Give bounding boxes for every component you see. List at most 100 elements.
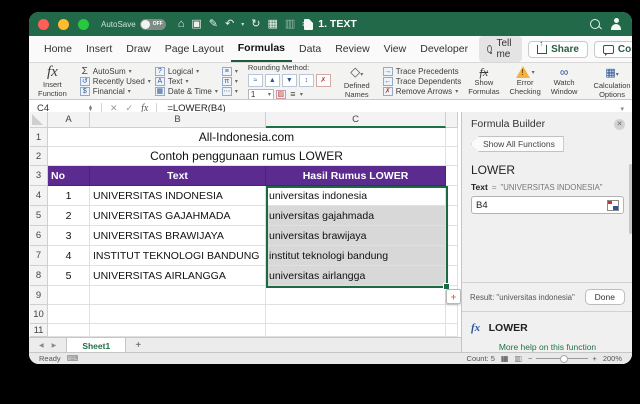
rounding-option-1-icon[interactable]: ≈ [248, 74, 263, 87]
lines-options-icon[interactable]: ≡ [288, 90, 298, 99]
rounding-option-2-icon[interactable]: ▲ [265, 74, 280, 87]
table-header-text[interactable]: Text [90, 166, 266, 186]
rounding-value-select[interactable]: 1 ▾ [248, 89, 274, 101]
row-header-3[interactable]: 3 [30, 166, 48, 186]
spreadsheet[interactable]: A B C 1 All-Indonesia.com 2 Contoh pengg… [30, 112, 458, 337]
save-icon[interactable]: ▣ [191, 19, 201, 30]
cell-text[interactable]: UNIVERSITAS AIRLANGGA [90, 266, 266, 286]
cell-empty[interactable] [90, 324, 266, 337]
comments-button[interactable]: Comments [594, 41, 632, 58]
more-functions-button[interactable]: ⋯ ▾ [222, 87, 238, 96]
cell-empty[interactable] [446, 166, 458, 186]
done-button[interactable]: Done [585, 289, 625, 305]
table-icon[interactable]: ▦ [267, 19, 277, 30]
cell-subtitle[interactable]: Contoh penggunaan rumus LOWER [48, 147, 446, 166]
tab-view[interactable]: View [377, 37, 414, 61]
tab-insert[interactable]: Insert [79, 37, 119, 61]
rounding-option-5-icon[interactable]: ✗ [316, 74, 331, 87]
zoom-out-icon[interactable]: − [528, 354, 532, 363]
zoom-in-icon[interactable]: + [592, 354, 596, 363]
customize-toolbar-icon[interactable]: ≡ [302, 20, 307, 29]
calculation-options-button[interactable]: ▦▾ Calculation Options [590, 65, 632, 98]
redo-icon[interactable]: ↻ [251, 19, 260, 30]
paint-format-icon[interactable]: ▨ [276, 90, 286, 99]
table-header-no[interactable]: No [48, 166, 90, 186]
cell-empty[interactable] [446, 305, 458, 324]
column-header-sliver[interactable] [446, 112, 458, 128]
edit-checklist-icon[interactable]: ✎ [209, 19, 218, 30]
show-all-functions-button[interactable]: Show All Functions [471, 136, 564, 152]
zoom-slider-knob[interactable] [560, 355, 568, 363]
share-button[interactable]: Share [528, 41, 588, 58]
zoom-window-button[interactable] [78, 19, 89, 30]
cell-empty[interactable] [266, 324, 446, 337]
cell-no[interactable]: 4 [48, 246, 90, 266]
cell-title[interactable]: All-Indonesia.com [48, 128, 446, 147]
cell-empty[interactable] [48, 286, 90, 305]
cell-text[interactable]: UNIVERSITAS BRAWIJAYA [90, 226, 266, 246]
cell-text[interactable]: INSTITUT TEKNOLOGI BANDUNG [90, 246, 266, 266]
account-icon[interactable] [610, 18, 622, 30]
row-header-10[interactable]: 10 [30, 305, 48, 324]
tab-draw[interactable]: Draw [119, 37, 158, 61]
add-sheet-button[interactable]: + [126, 338, 150, 353]
cell-empty[interactable] [48, 305, 90, 324]
text-functions-button[interactable]: A Text ▾ [155, 77, 218, 86]
home-icon[interactable]: ⌂ [178, 19, 185, 30]
trace-dependents-button[interactable]: ← Trace Dependents [383, 77, 462, 86]
cell-empty[interactable] [446, 266, 458, 286]
row-header-2[interactable]: 2 [30, 147, 48, 166]
cell-result[interactable]: institut teknologi bandung [266, 246, 446, 266]
row-header-4[interactable]: 4 [30, 186, 48, 206]
cell-empty[interactable] [446, 206, 458, 226]
watch-window-button[interactable]: ∞ Watch Window [548, 65, 581, 98]
panel-scrollbar[interactable] [629, 164, 632, 234]
table-header-result[interactable]: Hasil Rumus LOWER [266, 166, 446, 186]
cell-text[interactable]: UNIVERSITAS INDONESIA [90, 186, 266, 206]
panel-close-button[interactable]: ✕ [614, 119, 625, 130]
rounding-option-4-icon[interactable]: ↕ [299, 74, 314, 87]
undo-icon[interactable]: ↶ [225, 19, 234, 30]
row-header-5[interactable]: 5 [30, 206, 48, 226]
range-picker-icon[interactable] [607, 200, 619, 211]
active-cell-c4[interactable]: universitas indonesia [266, 186, 446, 206]
normal-view-icon[interactable]: ▦ [501, 354, 509, 363]
minimize-window-button[interactable] [58, 19, 69, 30]
next-sheet-icon[interactable]: ▶ [52, 342, 57, 349]
sheet-tab-sheet1[interactable]: Sheet1 [66, 338, 126, 353]
cell-empty[interactable] [266, 305, 446, 324]
row-header-7[interactable]: 7 [30, 246, 48, 266]
cell-empty[interactable] [266, 286, 446, 305]
rounding-option-3-icon[interactable]: ▼ [282, 74, 297, 87]
cell-no[interactable]: 2 [48, 206, 90, 226]
tab-data[interactable]: Data [292, 37, 328, 61]
more-help-link[interactable]: More help on this function [471, 342, 624, 352]
autosave-control[interactable]: AutoSave OFF [101, 19, 166, 30]
zoom-slider-track[interactable] [536, 358, 588, 359]
cell-empty[interactable] [446, 147, 458, 166]
tab-developer[interactable]: Developer [413, 37, 475, 61]
tab-page-layout[interactable]: Page Layout [158, 37, 231, 61]
cell-empty[interactable] [446, 128, 458, 147]
cell-result[interactable]: universitas airlangga [266, 266, 446, 286]
cell-result[interactable]: universitas brawijaya [266, 226, 446, 246]
defined-names-button[interactable]: ◇▾ Defined Names [341, 65, 373, 98]
row-header-8[interactable]: 8 [30, 266, 48, 286]
tab-review[interactable]: Review [328, 37, 376, 61]
argument-input[interactable]: B4 [471, 196, 624, 214]
date-time-button[interactable]: ▦ Date & Time ▾ [155, 87, 218, 96]
search-icon[interactable] [590, 19, 600, 29]
autosave-toggle[interactable]: OFF [140, 19, 166, 30]
cell-empty[interactable] [446, 324, 458, 337]
math-trig-button[interactable]: π ▾ [222, 77, 238, 86]
insert-function-button[interactable]: fx Insert Function [35, 65, 70, 98]
lookup-reference-button[interactable]: ≡ ▾ [222, 67, 238, 76]
column-header-b[interactable]: B [90, 112, 266, 128]
tell-me-button[interactable]: Tell me [479, 36, 522, 62]
row-header-6[interactable]: 6 [30, 226, 48, 246]
financial-button[interactable]: $ Financial ▾ [80, 87, 151, 96]
lines-options-caret-icon[interactable]: ▾ [300, 91, 303, 98]
logical-button[interactable]: ? Logical ▾ [155, 67, 218, 76]
row-header-1[interactable]: 1 [30, 128, 48, 147]
undo-caret-icon[interactable]: ▾ [241, 21, 244, 28]
